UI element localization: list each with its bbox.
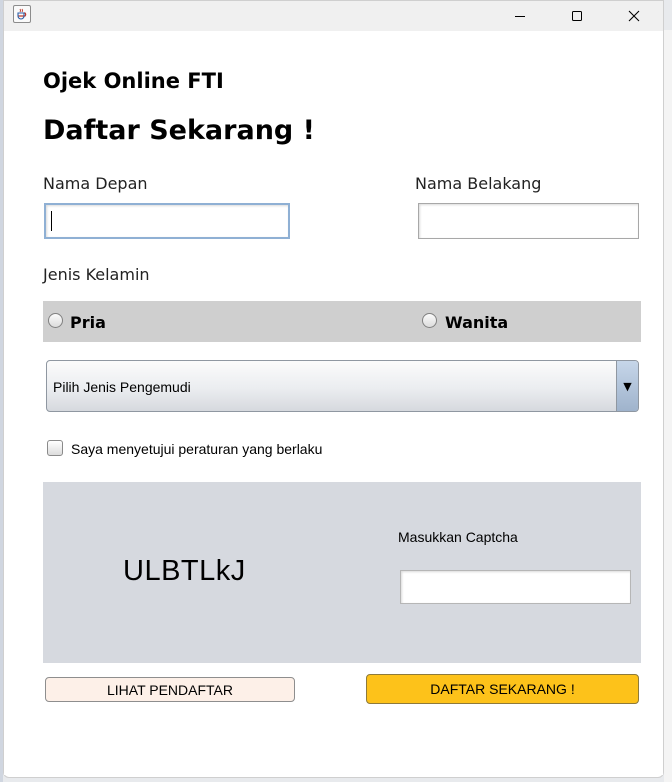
- agree-checkbox[interactable]: [47, 440, 63, 456]
- radio-wanita[interactable]: [422, 313, 437, 328]
- captcha-label: Masukkan Captcha: [398, 529, 518, 545]
- minimize-button[interactable]: [497, 1, 543, 31]
- captcha-code: ULBTLkJ: [123, 555, 246, 587]
- last-name-field[interactable]: [418, 203, 639, 239]
- maximize-icon: [572, 11, 582, 21]
- text-caret: [51, 211, 52, 231]
- radio-label-pria[interactable]: Pria: [70, 313, 106, 332]
- register-now-button[interactable]: DAFTAR SEKARANG !: [366, 674, 639, 704]
- registration-window: Ojek Online FTI Daftar Sekarang ! Nama D…: [3, 0, 664, 778]
- captcha-input[interactable]: [400, 570, 631, 604]
- driver-type-selected: Pilih Jenis Pengemudi: [53, 379, 191, 395]
- last-name-label: Nama Belakang: [415, 174, 542, 193]
- page-title: Daftar Sekarang !: [43, 115, 315, 146]
- maximize-button[interactable]: [554, 1, 600, 31]
- first-name-label: Nama Depan: [43, 174, 148, 193]
- dropdown-arrow-icon[interactable]: ▼: [616, 361, 638, 411]
- title-bar[interactable]: [4, 1, 663, 31]
- driver-type-dropdown[interactable]: Pilih Jenis Pengemudi ▼: [46, 360, 639, 412]
- first-name-field[interactable]: [44, 203, 290, 239]
- java-app-icon[interactable]: [13, 5, 31, 23]
- minimize-icon: [515, 16, 525, 17]
- form-content: Ojek Online FTI Daftar Sekarang ! Nama D…: [4, 31, 663, 775]
- radio-label-wanita[interactable]: Wanita: [445, 313, 508, 332]
- gender-radio-group: Pria Wanita: [43, 301, 641, 342]
- agree-checkbox-label[interactable]: Saya menyetujui peraturan yang berlaku: [71, 441, 322, 457]
- close-button[interactable]: [611, 1, 657, 31]
- gender-label: Jenis Kelamin: [43, 265, 150, 284]
- background-window-strip: [664, 30, 672, 782]
- view-registrants-button[interactable]: LIHAT PENDAFTAR: [45, 677, 295, 702]
- captcha-panel: ULBTLkJ Masukkan Captcha: [43, 482, 641, 663]
- close-icon: [628, 10, 640, 22]
- app-name: Ojek Online FTI: [43, 69, 224, 93]
- radio-pria[interactable]: [48, 313, 63, 328]
